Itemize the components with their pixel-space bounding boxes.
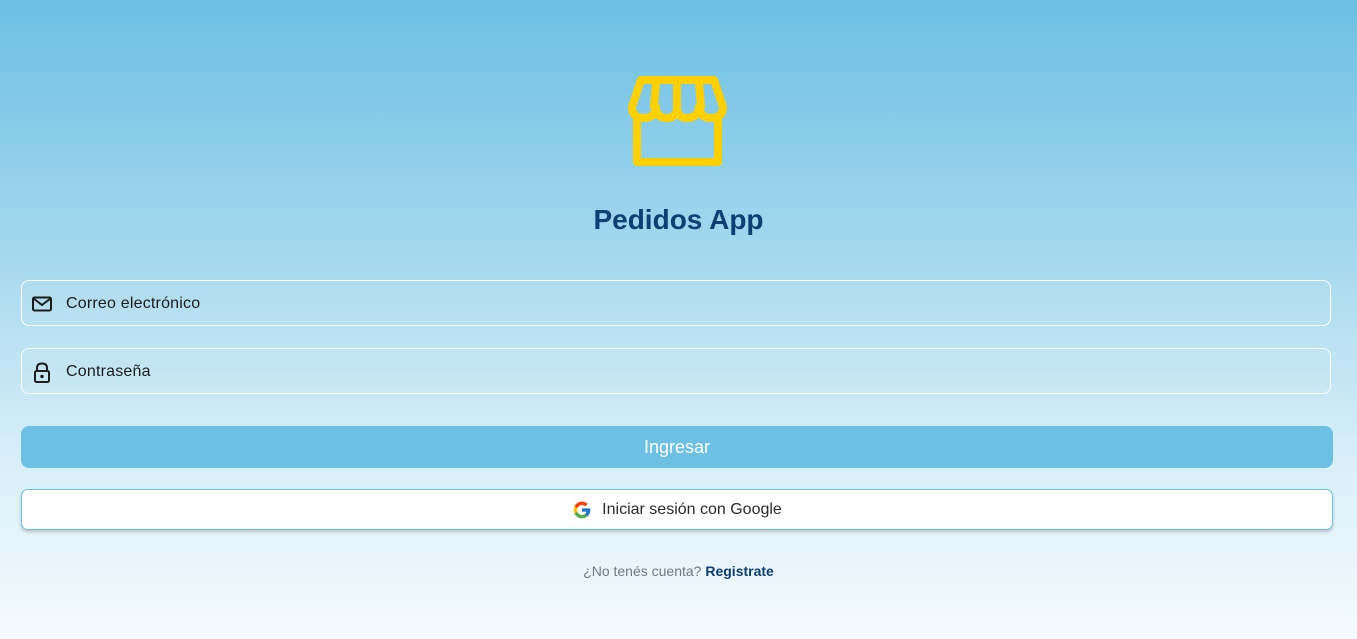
register-link[interactable]: Registrate xyxy=(705,563,773,579)
google-icon xyxy=(573,501,591,518)
mail-icon xyxy=(32,296,52,312)
google-signin-label: Iniciar sesión con Google xyxy=(602,500,782,518)
email-placeholder: Correo electrónico xyxy=(66,295,201,312)
password-field[interactable]: Contraseña xyxy=(21,348,1331,394)
google-signin-button[interactable]: Iniciar sesión con Google xyxy=(21,489,1333,530)
register-question: ¿No tenés cuenta? xyxy=(583,563,702,579)
email-field[interactable]: Correo electrónico xyxy=(21,280,1331,326)
register-prompt: ¿No tenés cuenta? Registrate xyxy=(0,563,1357,579)
login-button[interactable]: Ingresar xyxy=(21,426,1333,468)
app-title: Pedidos App xyxy=(593,204,764,235)
storefront-icon xyxy=(628,76,727,166)
password-placeholder: Contraseña xyxy=(66,363,151,380)
lock-icon xyxy=(34,362,50,383)
